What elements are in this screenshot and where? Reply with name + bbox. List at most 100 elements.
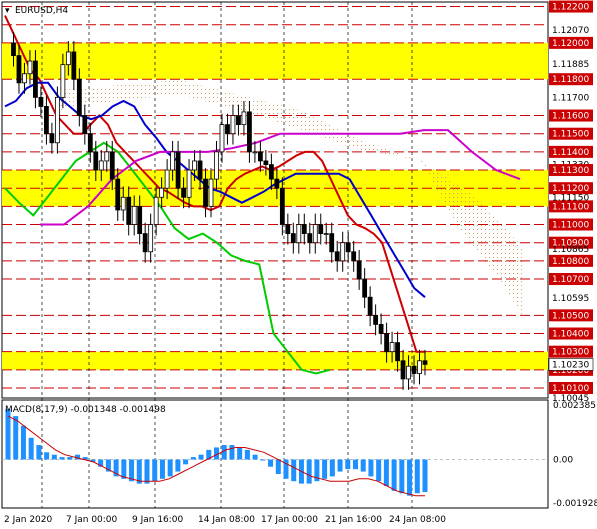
macd-bar [237, 447, 243, 460]
candle-body [164, 169, 170, 189]
candle-body [247, 111, 252, 153]
candle-body [351, 251, 357, 262]
candle-body [378, 324, 384, 334]
macd-bar [198, 454, 204, 460]
candle-body [312, 224, 318, 244]
macd-bar [353, 459, 358, 470]
candle-body [33, 60, 38, 98]
price-axis-label: 1.10800 [552, 257, 589, 267]
macd-bar [244, 449, 250, 460]
candle-body [148, 224, 154, 253]
price-axis-label: 1.10700 [552, 275, 589, 285]
price-axis-label: 1.10300 [552, 348, 589, 358]
macd-bar [376, 459, 382, 482]
macd-bar [368, 459, 374, 477]
candle-body [367, 296, 373, 316]
candle-body [323, 233, 329, 236]
price-axis-label: 1.11100 [552, 202, 589, 212]
candle-body [54, 96, 60, 144]
candle-body [236, 115, 241, 126]
candle-body [219, 124, 225, 153]
candle-body [400, 360, 406, 380]
candle-body [362, 278, 368, 298]
time-axis: 2 Jan 2020 7 Jan 00:00 9 Jan 16:00 14 Jan 0… [4, 515, 446, 525]
candle-body [65, 51, 71, 66]
candle-body [225, 124, 230, 135]
candle-body [22, 73, 27, 84]
price-axis-label: 1.11600 [552, 112, 589, 122]
macd-bar [67, 457, 73, 460]
price-axis-label: 1.11000 [552, 221, 589, 231]
macd-bar [229, 445, 235, 460]
macd-bar [329, 459, 335, 477]
candle-body [257, 151, 263, 162]
macd-bar [167, 459, 173, 477]
candle-body [230, 115, 236, 135]
macd-bar [144, 459, 150, 484]
price-axis-label: 1.11400 [552, 148, 589, 158]
time-axis-label: 7 Jan 00:00 [66, 515, 118, 525]
candle-body [104, 151, 110, 162]
price-axis-label: 1.10595 [552, 294, 589, 304]
price-axis-label: 1.11500 [552, 130, 589, 140]
macd-bar [407, 459, 413, 496]
macd-bar [152, 459, 158, 482]
price-axis-label: 1.11800 [552, 75, 589, 85]
candle-body [406, 365, 411, 380]
macd-bar [59, 457, 65, 460]
macd-bar [322, 459, 328, 479]
time-axis-label: 17 Jan 00:00 [261, 515, 318, 525]
macd-bar [252, 454, 258, 460]
macd-label: MACD(8,17,9) -0.001348 -0.001498 [5, 405, 166, 415]
candle-body [126, 196, 132, 225]
candle-body [274, 178, 280, 189]
macd-plot-frame [1, 399, 549, 509]
window-title-arrow: ▾ [5, 6, 10, 16]
macd-bar [175, 459, 181, 472]
candle-body [268, 164, 274, 180]
candle-body [131, 205, 137, 225]
candle-body [318, 224, 324, 235]
macd-axis-label: 0.00 [553, 456, 573, 466]
price-axis-label: 1.12070 [552, 26, 589, 36]
price-axis-label: 1.10865 [552, 245, 589, 255]
macd-bar [28, 437, 34, 460]
macd-bar [306, 459, 312, 484]
candle-body [241, 111, 247, 126]
candle-body [60, 64, 66, 98]
candle-body [307, 233, 313, 244]
candle-body [87, 133, 93, 153]
candle-body [373, 314, 379, 325]
candle-body [417, 360, 422, 374]
macd-bar [391, 459, 397, 491]
candle-body [290, 233, 296, 244]
price-axis-label: 1.10500 [552, 311, 589, 321]
candle-body [98, 160, 104, 171]
macd-bar [13, 416, 19, 460]
candle-body [263, 160, 269, 165]
chart-canvas: 1.12200 1.12070 1.12000 1.11885 1.11800 1.117… [0, 0, 597, 529]
candle-body [208, 178, 214, 207]
candle-body [186, 169, 192, 198]
price-axis-label: 1.10400 [552, 330, 589, 340]
price-axis-label: 1.11700 [552, 93, 589, 103]
candle-body [340, 242, 346, 262]
candle-body [389, 342, 395, 353]
candle-body [301, 224, 307, 235]
macd-axis-label: -0.001928 [553, 499, 597, 509]
candle-body [76, 78, 82, 116]
macd-bar [383, 459, 389, 487]
candle-body [192, 160, 197, 171]
macd-bar [422, 459, 428, 493]
price-axis-label: 1.12000 [552, 39, 589, 49]
candle-body [49, 133, 55, 144]
candle-body [252, 151, 258, 154]
candle-body [411, 365, 417, 374]
candle-body [120, 196, 126, 211]
macd-bar [360, 459, 366, 472]
macd-bar [260, 459, 266, 461]
macd-bar [20, 425, 26, 460]
macd-bar [221, 445, 227, 460]
macd-bar [414, 459, 420, 494]
candle-body [38, 96, 44, 107]
